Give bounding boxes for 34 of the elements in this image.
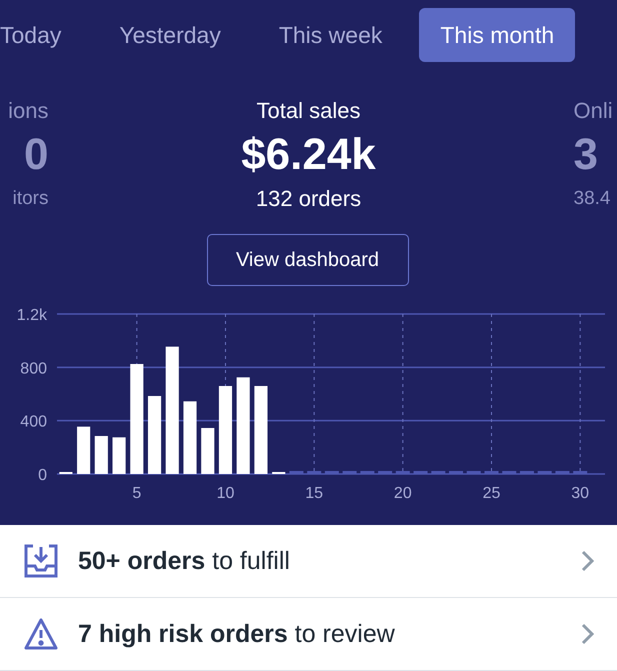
stat-label: ions — [8, 97, 48, 125]
chart-bar — [201, 428, 214, 474]
view-dashboard-button[interactable]: View dashboard — [206, 234, 408, 286]
chart-bar — [112, 437, 126, 474]
axis-label: 30 — [571, 485, 590, 502]
warning-icon — [24, 618, 58, 650]
axis-label: 5 — [132, 485, 142, 502]
stat-label: Onli — [574, 97, 613, 125]
axis-label: 10 — [216, 485, 234, 502]
task-text[interactable]: 7 high risk orders to review — [78, 620, 561, 648]
inbox-download-icon — [24, 544, 58, 578]
axis-label: 800 — [20, 360, 47, 378]
axis-label: 400 — [20, 414, 47, 431]
period-tab[interactable]: Today — [0, 8, 82, 62]
stat-subtext: 132 orders — [256, 185, 362, 213]
axis-label: 15 — [305, 485, 324, 502]
period-tab[interactable]: This week — [258, 8, 404, 62]
period-tab[interactable]: This month — [419, 8, 576, 62]
chevron-right-icon[interactable] — [581, 550, 595, 572]
period-tab[interactable]: Yesterday — [98, 8, 242, 62]
axis-label: 1.2k — [16, 307, 47, 324]
stat-subtext: itors — [12, 187, 48, 211]
axis-label: 20 — [394, 485, 412, 502]
stat-label: Total sales — [256, 97, 360, 125]
chart-bar — [94, 436, 108, 474]
stat-value: $6.24k — [241, 129, 376, 181]
stat-subtext: 38.4 — [574, 187, 610, 211]
stat-value: 3 — [574, 129, 598, 181]
chevron-right-icon[interactable] — [581, 623, 595, 645]
task-text[interactable]: 50+ orders to fulfill — [78, 546, 561, 576]
chart-bar — [77, 426, 90, 474]
axis-label: 25 — [482, 485, 500, 502]
axis-label: 0 — [38, 467, 47, 484]
stat-value: 0 — [24, 129, 48, 181]
